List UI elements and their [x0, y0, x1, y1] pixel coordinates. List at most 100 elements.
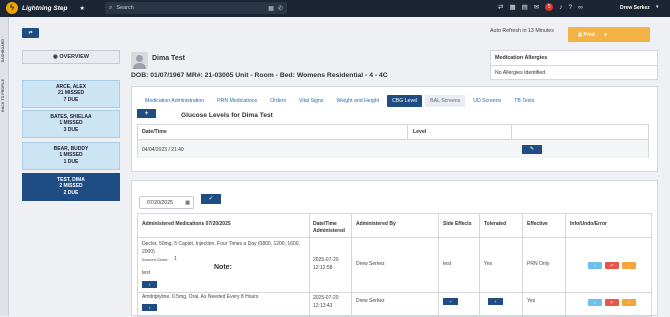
bell-icon[interactable]: ♪ — [559, 4, 562, 11]
avatar-body — [133, 63, 146, 69]
allergies-box: Medication Allergies No Allergies Identi… — [490, 50, 658, 80]
amount-label: Amount Given: — [142, 257, 169, 262]
calendar-icon[interactable]: ▦ — [268, 5, 274, 12]
add-cbg-button[interactable]: + — [137, 109, 156, 118]
inbox-icon[interactable]: ▤ — [522, 3, 528, 11]
patient-header: Dima Test DOB: 01/07/1967 MR#: 21-03005 … — [131, 50, 486, 84]
med-extra: test — [142, 270, 151, 276]
column-header-side-effects: Side Effects — [443, 221, 472, 227]
medications-table: Administered Medications 07/20/2025 Date… — [137, 213, 652, 317]
tab-orders[interactable]: Orders — [265, 95, 291, 107]
undo-button[interactable]: ↶ — [605, 262, 619, 269]
tab-tb-tests[interactable]: TB Tests — [509, 95, 539, 107]
link-icon[interactable]: ∞ — [578, 4, 583, 11]
rail-back-to-profile-link[interactable]: BACK TO PROFILE — [1, 79, 5, 112]
info-button[interactable]: i — [142, 304, 157, 311]
star-icon[interactable]: ★ — [80, 5, 85, 12]
column-header-by: Administered By — [356, 221, 396, 227]
tab-weight-height[interactable]: Weight and Height — [331, 95, 384, 107]
undo-button[interactable]: ↶ — [605, 299, 619, 306]
search-box[interactable]: ⌕ Search ▦ ✆ — [105, 2, 287, 14]
collapse-button[interactable]: ⇄ — [22, 28, 39, 38]
allergies-title: Medication Allergies — [495, 55, 548, 61]
help-icon[interactable]: ? — [568, 4, 572, 11]
add-icon: + — [449, 299, 452, 304]
side-effects-button[interactable]: + — [443, 298, 458, 305]
user-name[interactable]: Drew Serkez — [620, 5, 650, 11]
med-name: Declor, 50mg, 5 Caplet, Injection, Four … — [142, 241, 300, 255]
med-name: Amitriptyline, 0.5mg, Oral, As Needed Ev… — [142, 294, 259, 300]
notification-badge[interactable]: 5 — [545, 3, 554, 11]
undo-icon: ↶ — [610, 300, 614, 305]
tolerated-button[interactable]: + — [488, 298, 503, 305]
note-label: Note: — [214, 264, 232, 271]
info-icon: i — [594, 263, 596, 268]
info-icon: i — [149, 282, 150, 287]
info-button[interactable]: i — [142, 281, 157, 288]
divider — [438, 214, 439, 316]
info-icon: i — [149, 305, 150, 310]
error-button[interactable]: ! — [622, 262, 636, 269]
divider — [351, 214, 352, 316]
divider — [491, 65, 657, 66]
column-header-datetime: Date/Time Administered — [313, 221, 345, 234]
column-header-info: Info/Undo/Error — [570, 221, 607, 227]
auto-refresh-text: Auto Refresh in 13 Minutes — [490, 28, 554, 34]
error-button[interactable]: ! — [622, 299, 636, 306]
tab-ud-screens[interactable]: UD Screens — [468, 95, 506, 107]
column-header-level: Level — [413, 129, 427, 135]
print-button[interactable]: ⎙ Print ▾ — [568, 27, 650, 42]
edit-button[interactable]: ✎ — [522, 145, 542, 154]
med-by: Drew Serkez — [356, 298, 385, 304]
header-icons: ⇄ ▦ ▤ ✉ 5 ♪ ? ∞ — [498, 3, 583, 11]
avatar-head — [136, 55, 143, 62]
apply-date-button[interactable]: ✓ — [201, 194, 221, 204]
warning-icon: ! — [628, 300, 630, 305]
column-header-effective: Effective — [527, 221, 548, 227]
column-header-admin: Administered Medications 07/20/2025 — [142, 221, 231, 227]
warning-icon: ! — [628, 263, 630, 268]
divider — [309, 214, 310, 316]
info-action-button[interactable]: i — [588, 299, 602, 306]
print-label: Print — [583, 32, 595, 38]
check-icon: ✓ — [208, 196, 214, 202]
avatar — [131, 52, 148, 69]
overview-button[interactable]: ◉ OVERVIEW — [22, 50, 120, 64]
tab-cbg-level[interactable]: CBG Level — [387, 95, 423, 107]
patient-card[interactable]: BATES, SHIELAA 1 MISSED 3 DUE — [22, 110, 120, 138]
table-row: 04/04/2023 / 21:40 ✎ — [138, 140, 648, 158]
tab-medication-administration[interactable]: Medication Administration — [140, 95, 209, 107]
calendar-icon[interactable]: ▦ — [509, 3, 515, 11]
divider — [138, 292, 651, 293]
patient-card[interactable]: ARCE, ALEX 21 MISSED 7 DUE — [22, 80, 120, 108]
patient-card[interactable]: BEAR, BUDDY 1 MISSED 1 DUE — [22, 142, 120, 170]
cbg-panel: Medication Administration PRN Medication… — [131, 86, 658, 172]
date-value: 07/20/2025 — [147, 200, 173, 206]
tab-vital-signs[interactable]: Vital Signs — [294, 95, 328, 107]
pencil-icon: ✎ — [529, 146, 535, 152]
med-effective: PRN Only — [527, 261, 550, 267]
app-name: Lightning Step — [22, 4, 68, 12]
tab-prn-medications[interactable]: PRN Medications — [212, 95, 262, 107]
med-side-effects: test — [443, 261, 452, 267]
patient-card-active[interactable]: TEST, DIMA 2 MISSED 2 DUE — [22, 173, 120, 201]
chevron-down-icon[interactable]: ▾ — [656, 4, 659, 10]
cbg-table: Date/Time Level 04/04/2023 / 21:40 ✎ — [137, 124, 649, 158]
column-header-datetime: Date/Time — [142, 129, 167, 135]
calendar-icon[interactable]: ▦ — [185, 200, 190, 206]
rail-dashboard-link[interactable]: DASHBOARD — [1, 39, 5, 62]
med-by: Drew Serkez — [356, 261, 385, 267]
search-input[interactable]: Search — [116, 5, 264, 11]
phone-icon[interactable]: ✆ — [278, 5, 283, 12]
app-logo[interactable]: ϟ Lightning Step ★ — [6, 2, 85, 14]
allergies-value: No Allergies Identified — [495, 70, 546, 76]
chat-icon[interactable]: ✉ — [534, 3, 539, 11]
info-action-button[interactable]: i — [588, 262, 602, 269]
shuffle-icon[interactable]: ⇄ — [498, 3, 503, 11]
column-header-tolerated: Tolerated — [484, 221, 507, 227]
medications-panel: 07/20/2025 ▦ ✓ Administered Medications … — [131, 180, 658, 317]
tab-bal-screens[interactable]: BAL Screens — [425, 95, 466, 107]
date-picker-input[interactable]: 07/20/2025 ▦ — [139, 196, 194, 209]
patient-card-due: 1 DUE — [63, 158, 79, 165]
patient-card-due: 3 DUE — [63, 126, 79, 133]
